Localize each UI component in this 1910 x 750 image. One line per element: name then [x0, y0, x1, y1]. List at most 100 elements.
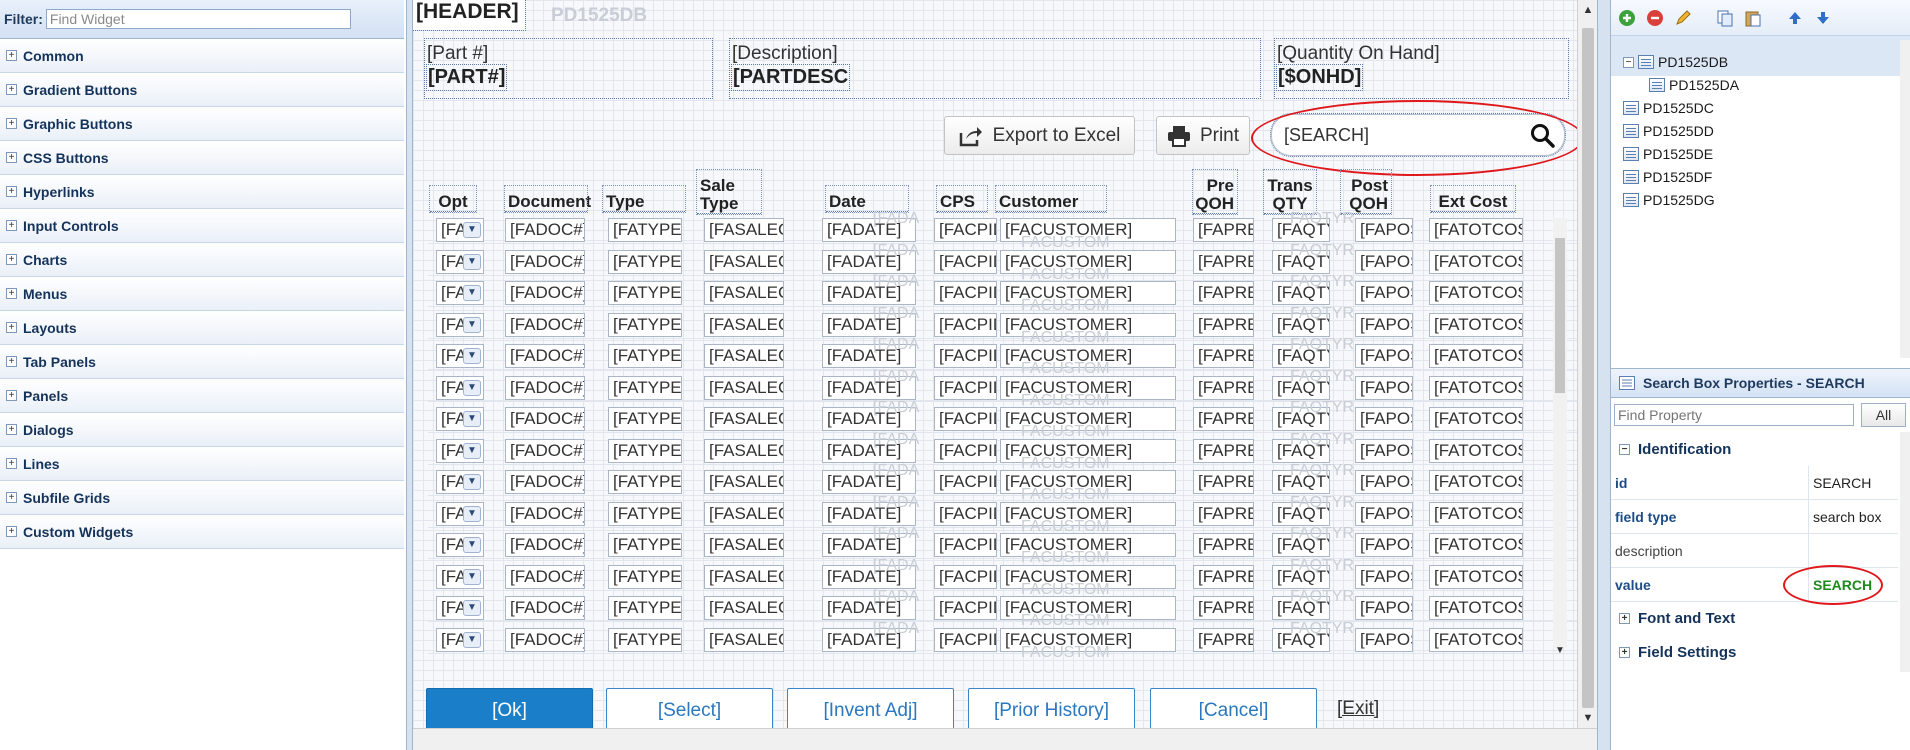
column-header-pre-qoh[interactable]: Pre QOH	[1192, 169, 1238, 215]
expand-icon[interactable]: +	[1619, 646, 1630, 658]
cell-type[interactable]: [FATYPE]	[608, 627, 682, 652]
cell-sale-type[interactable]: [FASALEC	[704, 375, 784, 400]
cell-document[interactable]: [FADOC#]	[505, 249, 585, 274]
copy-icon[interactable]	[1715, 8, 1735, 28]
cell-post-qoh[interactable]: [FAPOS	[1355, 470, 1413, 494]
expand-icon[interactable]: +	[6, 492, 17, 503]
grid-scrollbar[interactable]: ▼	[1553, 218, 1567, 656]
table-row[interactable]: [FA ▼ [FADOC#] [FATYPE] [FASALEC [FADATE] [FAC…	[428, 462, 1577, 503]
design-horizontal-scrollbar[interactable]	[413, 728, 1597, 750]
cell-pre-qoh[interactable]: [FAPREC	[1193, 344, 1254, 368]
cell-cps[interactable]: [FACPID	[934, 312, 997, 337]
cell-document[interactable]: [FADOC#]	[505, 218, 585, 242]
expand-icon[interactable]: +	[6, 152, 17, 163]
tree-item-pd1525de[interactable]: PD1525DE	[1623, 146, 1713, 162]
cell-pre-qoh[interactable]: [FAPREC	[1193, 564, 1254, 589]
property-value[interactable]: SEARCH	[1809, 475, 1871, 491]
cell-sale-type[interactable]: [FASALEC	[704, 501, 784, 526]
expand-icon[interactable]: +	[6, 84, 17, 95]
cell-ext-cost[interactable]: [FATOTCOS	[1429, 470, 1523, 494]
remove-icon[interactable]	[1645, 8, 1665, 28]
cell-document[interactable]: [FADOC#]	[505, 281, 585, 305]
cell-cps[interactable]: [FACPID	[934, 627, 997, 652]
cell-cps[interactable]: [FACPID	[934, 501, 997, 526]
widget-category-layouts[interactable]: + Layouts	[0, 311, 404, 345]
cell-document[interactable]: [FADOC#]	[505, 375, 585, 400]
column-header-sale-type[interactable]: Sale Type	[696, 169, 762, 215]
scroll-down-icon[interactable]: ▼	[1578, 712, 1598, 724]
tree-item-pd1525da[interactable]: PD1525DA	[1649, 77, 1739, 93]
opt-dropdown[interactable]: [FA ▼	[436, 375, 484, 400]
chevron-down-icon[interactable]: ▼	[463, 474, 481, 490]
widget-category-custom-widgets[interactable]: + Custom Widgets	[0, 515, 404, 549]
table-row[interactable]: [FA ▼ [FADOC#] [FATYPE] [FASALEC [FADATE] [FAC…	[428, 242, 1577, 283]
widget-category-menus[interactable]: + Menus	[0, 277, 404, 311]
cell-sale-type[interactable]: [FASALEC	[704, 312, 784, 337]
cell-pre-qoh[interactable]: [FAPREC	[1193, 470, 1254, 494]
tree-item-pd1525dg[interactable]: PD1525DG	[1623, 192, 1715, 208]
move-down-icon[interactable]	[1813, 8, 1833, 28]
expand-icon[interactable]: +	[6, 186, 17, 197]
table-row[interactable]: [FA ▼ [FADOC#] [FATYPE] [FASALEC [FADATE] [FAC…	[428, 557, 1577, 598]
cell-ext-cost[interactable]: [FATOTCOS	[1429, 344, 1523, 368]
cell-type[interactable]: [FATYPE]	[608, 249, 682, 274]
chevron-down-icon[interactable]: ▼	[463, 442, 481, 459]
paste-icon[interactable]	[1743, 8, 1763, 28]
expand-icon[interactable]: +	[1619, 612, 1630, 624]
chevron-down-icon[interactable]: ▼	[463, 568, 481, 585]
opt-dropdown[interactable]: [FA ▼	[436, 249, 484, 274]
collapse-icon[interactable]: −	[1623, 56, 1634, 68]
find-widget-input[interactable]	[45, 9, 351, 29]
cell-post-qoh[interactable]: [FAPOS	[1355, 281, 1413, 305]
expand-icon[interactable]: +	[6, 50, 17, 61]
cell-type[interactable]: [FATYPE]	[608, 533, 682, 557]
invent-adj-button[interactable]: [Invent Adj]	[787, 688, 954, 728]
table-row[interactable]: [FA ▼ [FADOC#] [FATYPE] [FASALEC [FADATE] [FAC…	[428, 431, 1577, 472]
cell-type[interactable]: [FATYPE]	[608, 312, 682, 337]
add-icon[interactable]	[1617, 8, 1637, 28]
widget-category-graphic-buttons[interactable]: + Graphic Buttons	[0, 107, 404, 141]
cell-cps[interactable]: [FACPID	[934, 218, 997, 242]
expand-icon[interactable]: +	[6, 288, 17, 299]
chevron-down-icon[interactable]: ▼	[463, 411, 481, 427]
cell-post-qoh[interactable]: [FAPOS	[1355, 438, 1413, 463]
cell-post-qoh[interactable]: [FAPOS	[1355, 501, 1413, 526]
opt-dropdown[interactable]: [FA ▼	[436, 218, 484, 242]
table-row[interactable]: [FA ▼ [FADOC#] [FATYPE] [FASALEC [FADATE] [FAC…	[428, 588, 1577, 629]
opt-dropdown[interactable]: [FA ▼	[436, 281, 484, 305]
cell-sale-type[interactable]: [FASALEC	[704, 627, 784, 652]
cell-sale-type[interactable]: [FASALEC	[704, 596, 784, 620]
property-row-id[interactable]: id SEARCH	[1611, 466, 1898, 500]
widget-category-gradient-buttons[interactable]: + Gradient Buttons	[0, 73, 404, 107]
opt-dropdown[interactable]: [FA ▼	[436, 312, 484, 337]
column-header-date[interactable]: Date	[825, 185, 909, 213]
tree-item-pd1525dd[interactable]: PD1525DD	[1623, 123, 1714, 139]
expand-icon[interactable]: +	[6, 220, 17, 231]
tree-item-pd1525df[interactable]: PD1525DF	[1623, 169, 1712, 185]
widget-category-hyperlinks[interactable]: + Hyperlinks	[0, 175, 404, 209]
cell-pre-qoh[interactable]: [FAPREC	[1193, 438, 1254, 463]
property-row-field-type[interactable]: field type search box	[1611, 500, 1898, 534]
column-header-cps[interactable]: CPS	[936, 185, 988, 213]
cell-ext-cost[interactable]: [FATOTCOS	[1429, 249, 1523, 274]
cell-sale-type[interactable]: [FASALEC	[704, 533, 784, 557]
cell-type[interactable]: [FATYPE]	[608, 407, 682, 431]
cell-post-qoh[interactable]: [FAPOS	[1355, 564, 1413, 589]
expand-icon[interactable]: +	[6, 322, 17, 333]
part-number-value[interactable]: [PART#]	[425, 64, 508, 91]
expand-icon[interactable]: +	[6, 424, 17, 435]
field-settings-section[interactable]: + Field Settings	[1611, 635, 1898, 669]
table-row[interactable]: [FA ▼ [FADOC#] [FATYPE] [FASALEC [FADATE] [FAC…	[428, 399, 1577, 440]
chevron-down-icon[interactable]: ▼	[463, 537, 481, 553]
cell-ext-cost[interactable]: [FATOTCOS	[1429, 627, 1523, 652]
column-header-post-qoh[interactable]: Post QOH	[1340, 169, 1392, 215]
opt-dropdown[interactable]: [FA ▼	[436, 470, 484, 494]
cell-document[interactable]: [FADOC#]	[505, 344, 585, 368]
edit-pencil-icon[interactable]	[1673, 8, 1693, 28]
property-value[interactable]: search box	[1809, 509, 1881, 525]
scroll-thumb[interactable]	[1582, 28, 1594, 708]
cell-pre-qoh[interactable]: [FAPREC	[1193, 627, 1254, 652]
widget-category-input-controls[interactable]: + Input Controls	[0, 209, 404, 243]
cell-document[interactable]: [FADOC#]	[505, 596, 585, 620]
table-row[interactable]: [FA ▼ [FADOC#] [FATYPE] [FASALEC [FADATE] [FAC…	[428, 368, 1577, 409]
